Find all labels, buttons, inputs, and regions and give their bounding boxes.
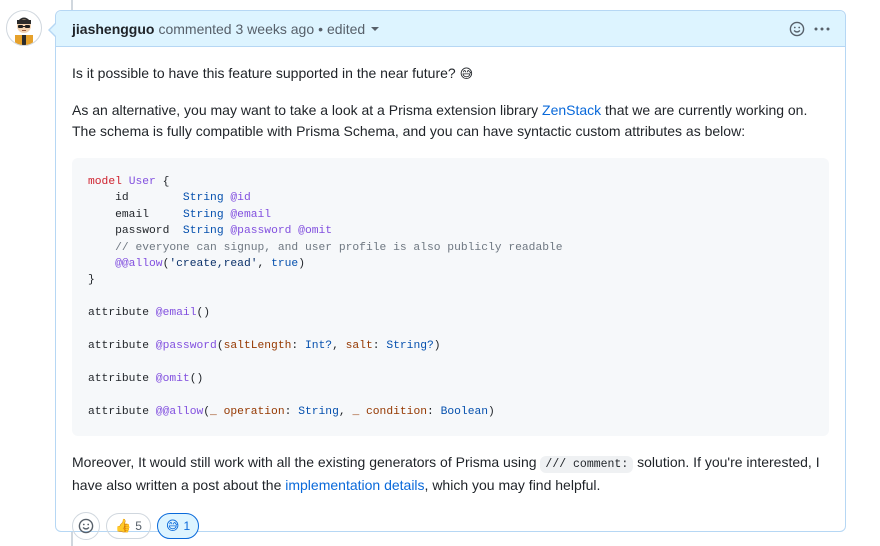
code-pad	[149, 209, 183, 221]
code-model-keyword: model	[88, 176, 122, 188]
question-paragraph: Is it possible to have this feature supp…	[72, 63, 829, 84]
avatar[interactable]	[6, 10, 42, 46]
code-allow-bool: true	[271, 258, 299, 271]
code-field-attrs: @id	[223, 192, 251, 205]
code-open-brace: {	[155, 176, 170, 188]
code-field-type: String	[182, 225, 224, 238]
comment-card: jiashengguo commented 3 weeks ago • edit…	[48, 10, 846, 541]
code-attr-name: @omit	[155, 372, 190, 385]
question-text: Is it possible to have this feature supp…	[72, 65, 456, 81]
more-text-1: Moreover, It would still work with all t…	[72, 454, 541, 471]
moreover-paragraph: Moreover, It would still work with all t…	[72, 452, 829, 496]
code-field-attrs: @email	[223, 208, 272, 221]
kebab-horizontal-icon[interactable]	[813, 21, 831, 37]
code-field-type: String	[182, 208, 224, 221]
alt-text-1: As an alternative, you may want to take …	[72, 102, 543, 118]
implementation-details-link[interactable]: implementation details	[285, 477, 424, 493]
code-paren: )	[298, 258, 305, 271]
code-param-type: Int?	[304, 340, 333, 353]
code-comment: // everyone can signup, and user profile…	[115, 241, 563, 254]
code-field-name: password	[115, 225, 170, 238]
code-sep: ,	[257, 258, 272, 271]
code-attribute-keyword: attribute	[88, 307, 150, 320]
code-param: saltLength	[223, 340, 292, 353]
edited-dropdown[interactable]: edited	[327, 20, 380, 37]
code-attr-name: @password	[155, 340, 217, 353]
code-attribute-keyword: attribute	[88, 340, 150, 353]
code-pad	[169, 225, 183, 237]
code-param-type: String?	[386, 340, 434, 353]
code-param-type: String	[298, 405, 339, 418]
smiley-icon[interactable]	[789, 21, 805, 37]
code-pad	[129, 192, 183, 204]
thumbs-up-emoji: 👍	[115, 518, 132, 534]
grinning-sweat-emoji: 😅	[459, 67, 474, 82]
avatar-illustration	[15, 17, 33, 45]
code-allow-string: 'create,read'	[169, 258, 258, 271]
add-reaction-button[interactable]	[72, 512, 100, 541]
code-param-type: Boolean	[440, 405, 489, 418]
alternative-paragraph: As an alternative, you may want to take …	[72, 100, 829, 142]
inline-code: /// comment:	[540, 456, 634, 474]
code-field-attrs: @password @omit	[223, 225, 333, 238]
code-block: model User { id String @id email String …	[72, 158, 829, 437]
comment-author[interactable]: jiashengguo	[72, 21, 154, 37]
code-field-name: email	[115, 208, 150, 221]
header-actions	[789, 21, 831, 37]
header-separator: •	[318, 20, 324, 37]
grinning-sweat-emoji: 😅	[165, 518, 180, 534]
comment-action: commented	[158, 20, 232, 37]
code-field-name: id	[115, 192, 129, 205]
code-param: _ operation	[210, 405, 285, 418]
code-attr-name: @email	[155, 307, 197, 320]
code-attr-name: @@allow	[155, 405, 204, 418]
triangle-down-icon	[371, 26, 380, 31]
grinning-sweat-reaction[interactable]: 😅 1	[156, 513, 200, 540]
more-text-3: , which you may find helpful.	[424, 477, 601, 494]
thumbs-up-count: 5	[135, 519, 142, 534]
edited-label: edited	[327, 20, 366, 37]
comment-body: Is it possible to have this feature supp…	[56, 47, 845, 496]
comment-header: jiashengguo commented 3 weeks ago • edit…	[56, 11, 845, 47]
code-param: _ condition	[352, 405, 428, 418]
thumbs-up-reaction[interactable]: 👍 5	[106, 513, 151, 540]
smiley-icon	[78, 518, 94, 534]
reactions-bar: 👍 5 😅 1	[56, 512, 845, 541]
code-field-type: String	[182, 192, 224, 205]
code-attr-args: ()	[189, 372, 204, 385]
zenstack-link[interactable]: ZenStack	[542, 102, 601, 118]
code-close-brace: }	[88, 274, 95, 287]
code-allow-name: @@allow	[115, 258, 163, 271]
code-param: salt	[345, 340, 373, 353]
code-attribute-keyword: attribute	[88, 372, 150, 385]
code-attr-args: ()	[196, 307, 211, 320]
comment-timestamp[interactable]: 3 weeks ago	[236, 21, 315, 37]
grinning-sweat-count: 1	[183, 519, 191, 534]
code-model-name: User	[128, 176, 156, 188]
code-attribute-keyword: attribute	[88, 405, 150, 418]
